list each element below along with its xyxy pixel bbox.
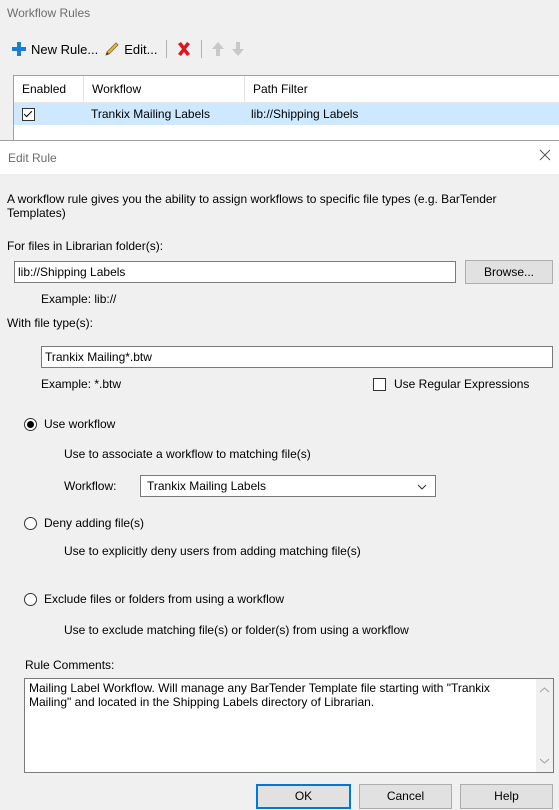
enabled-checkbox[interactable] xyxy=(22,108,35,122)
edit-button[interactable]: Edit... xyxy=(101,38,160,60)
pencil-icon xyxy=(105,42,119,56)
move-down-button[interactable] xyxy=(228,38,248,60)
enabled-cell xyxy=(14,103,83,125)
delete-x-icon xyxy=(178,42,191,56)
filetype-example: Example: *.btw xyxy=(41,377,122,391)
close-icon[interactable] xyxy=(537,147,553,163)
comments-text: Mailing Label Workflow. Will manage any … xyxy=(29,681,490,709)
scrollbar[interactable] xyxy=(536,679,553,772)
cancel-button[interactable]: Cancel xyxy=(359,784,452,809)
workflow-select-value: Trankix Mailing Labels xyxy=(147,479,266,493)
deny-radio[interactable] xyxy=(24,517,37,530)
arrow-down-icon xyxy=(232,42,245,56)
table-row[interactable]: Trankix Mailing Labels lib://Shipping La… xyxy=(14,103,559,125)
chevron-down-icon xyxy=(417,484,427,490)
use-workflow-label: Use workflow xyxy=(44,417,116,431)
regex-label: Use Regular Expressions xyxy=(394,377,530,391)
exclude-desc: Use to exclude matching file(s) or folde… xyxy=(64,623,409,637)
filetype-label: With file type(s): xyxy=(7,316,94,330)
delete-button[interactable] xyxy=(173,38,195,60)
plus-icon xyxy=(12,42,26,56)
new-rule-button[interactable]: New Rule... xyxy=(8,38,101,60)
exclude-radio[interactable] xyxy=(24,593,37,606)
grid-header: Enabled Workflow Path Filter xyxy=(14,76,559,103)
ok-button[interactable]: OK xyxy=(256,784,351,809)
filetype-input[interactable]: Trankix Mailing*.btw xyxy=(41,346,553,368)
toolbar-separator xyxy=(166,40,168,58)
use-workflow-desc: Use to associate a workflow to matching … xyxy=(64,447,311,461)
folder-label: For files in Librarian folder(s): xyxy=(7,239,164,253)
deny-label: Deny adding file(s) xyxy=(44,516,145,530)
toolbar: New Rule... Edit... xyxy=(8,36,248,62)
arrow-up-icon xyxy=(212,42,225,56)
exclude-label: Exclude files or folders from using a wo… xyxy=(44,592,285,606)
edit-label: Edit... xyxy=(124,41,158,57)
comments-label: Rule Comments: xyxy=(25,658,115,672)
comments-textarea[interactable]: Mailing Label Workflow. Will manage any … xyxy=(24,678,554,773)
dialog-titlebar: Edit Rule xyxy=(0,141,559,174)
folder-example: Example: lib:// xyxy=(41,292,117,306)
browse-button[interactable]: Browse... xyxy=(465,260,553,284)
edit-rule-dialog: Edit Rule A workflow rule gives you the … xyxy=(0,140,559,810)
window-title: Workflow Rules xyxy=(7,6,91,20)
deny-desc: Use to explicitly deny users from adding… xyxy=(64,544,361,558)
workflow-cell: Trankix Mailing Labels xyxy=(91,107,210,121)
regex-checkbox[interactable] xyxy=(373,378,386,391)
dialog-title: Edit Rule xyxy=(8,151,57,165)
column-header-enabled[interactable]: Enabled xyxy=(14,76,84,102)
workflow-select-label: Workflow: xyxy=(64,479,117,493)
rules-grid: Enabled Workflow Path Filter Trankix Mai… xyxy=(13,75,559,141)
path-filter-cell: lib://Shipping Labels xyxy=(251,107,359,121)
use-workflow-radio[interactable] xyxy=(24,418,37,431)
move-up-button[interactable] xyxy=(208,38,228,60)
folder-input[interactable]: lib://Shipping Labels xyxy=(14,261,456,283)
toolbar-separator xyxy=(201,40,203,58)
column-header-workflow[interactable]: Workflow xyxy=(84,76,245,102)
intro-text: A workflow rule gives you the ability to… xyxy=(7,192,497,220)
scroll-up-icon[interactable] xyxy=(536,683,553,697)
column-header-path-filter[interactable]: Path Filter xyxy=(245,76,511,102)
workflow-rules-window: Workflow Rules New Rule... Edit... Enabl… xyxy=(0,0,559,141)
new-rule-label: New Rule... xyxy=(31,41,99,57)
workflow-select[interactable]: Trankix Mailing Labels xyxy=(140,475,436,497)
help-button[interactable]: Help xyxy=(460,784,553,809)
scroll-down-icon[interactable] xyxy=(536,754,553,768)
